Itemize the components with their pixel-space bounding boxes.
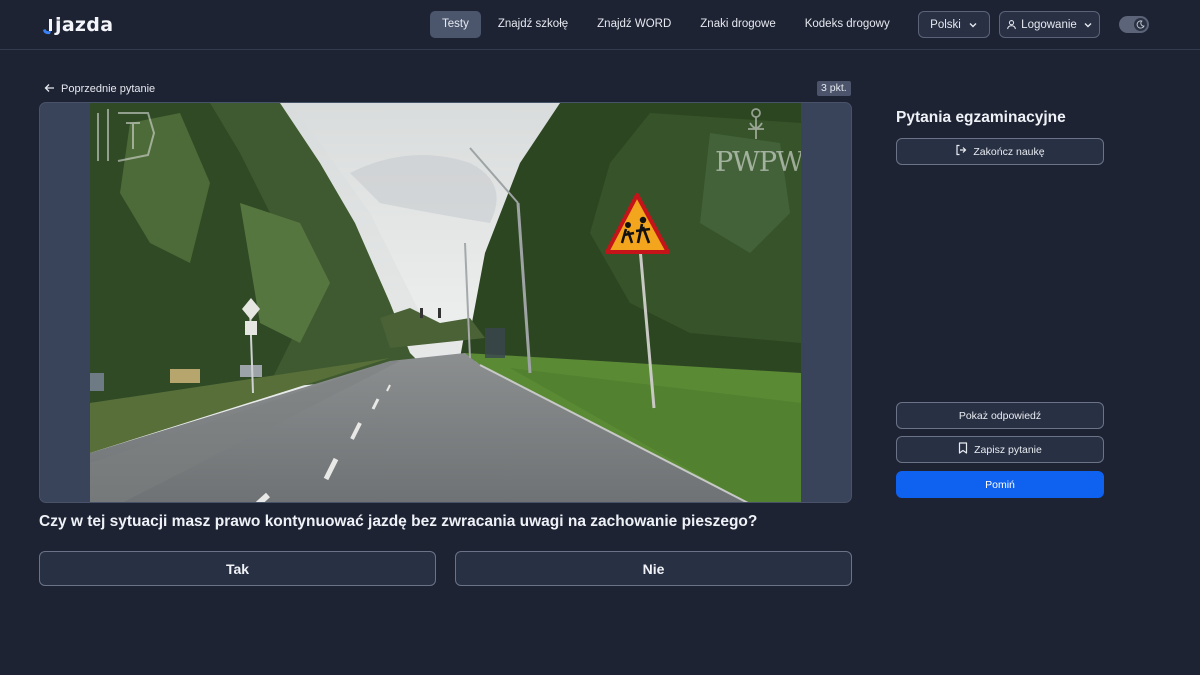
answer-nie-button[interactable]: Nie bbox=[455, 551, 852, 586]
svg-text:PWPW: PWPW bbox=[715, 147, 801, 178]
save-question-label: Zapisz pytanie bbox=[974, 443, 1042, 456]
question-text: Czy w tej sytuacji masz prawo kontynuowa… bbox=[39, 513, 758, 530]
road-scene-image: PWPW bbox=[90, 103, 801, 502]
main-nav: Testy Znajdź szkołę Znajdź WORD Znaki dr… bbox=[430, 11, 959, 38]
arrow-left-icon bbox=[44, 83, 61, 96]
chevron-down-icon bbox=[1083, 20, 1093, 30]
logout-icon bbox=[955, 144, 973, 159]
logo-text: jazda bbox=[55, 14, 114, 36]
user-icon bbox=[1006, 19, 1017, 30]
nav-item-testy[interactable]: Testy bbox=[430, 11, 481, 38]
logo-mark bbox=[42, 16, 54, 36]
skip-button[interactable]: Pomiń bbox=[896, 471, 1104, 498]
end-learning-button[interactable]: Zakończ naukę bbox=[896, 138, 1104, 165]
theme-toggle[interactable] bbox=[1119, 16, 1149, 33]
answer-tak-button[interactable]: Tak bbox=[39, 551, 436, 586]
top-navbar: jazda Testy Znajdź szkołę Znajdź WORD Zn… bbox=[0, 0, 1200, 50]
language-label: Polski bbox=[930, 18, 961, 31]
nav-item-znajdz-word[interactable]: Znajdź WORD bbox=[585, 11, 683, 38]
nav-item-kodeks-drogowy[interactable]: Kodeks drogowy bbox=[793, 11, 902, 38]
previous-question-label: Poprzednie pytanie bbox=[61, 83, 156, 95]
show-answer-button[interactable]: Pokaż odpowiedź bbox=[896, 402, 1104, 429]
chevron-down-icon bbox=[968, 20, 978, 30]
logo[interactable]: jazda bbox=[42, 12, 113, 36]
login-label: Logowanie bbox=[1021, 18, 1077, 31]
save-question-button[interactable]: Zapisz pytanie bbox=[896, 436, 1104, 463]
question-media: PWPW bbox=[39, 102, 852, 503]
language-select[interactable]: Polski bbox=[918, 11, 990, 38]
points-badge: 3 pkt. bbox=[817, 81, 851, 96]
previous-question-link[interactable]: Poprzednie pytanie bbox=[44, 81, 155, 97]
bookmark-icon bbox=[958, 442, 974, 457]
sidebar-title: Pytania egzaminacyjne bbox=[896, 109, 1066, 126]
nav-item-znajdz-szkole[interactable]: Znajdź szkołę bbox=[486, 11, 580, 38]
end-learning-label: Zakończ naukę bbox=[973, 145, 1045, 158]
login-button[interactable]: Logowanie bbox=[999, 11, 1100, 38]
moon-icon bbox=[1134, 18, 1147, 31]
nav-item-znaki-drogowe[interactable]: Znaki drogowe bbox=[688, 11, 787, 38]
